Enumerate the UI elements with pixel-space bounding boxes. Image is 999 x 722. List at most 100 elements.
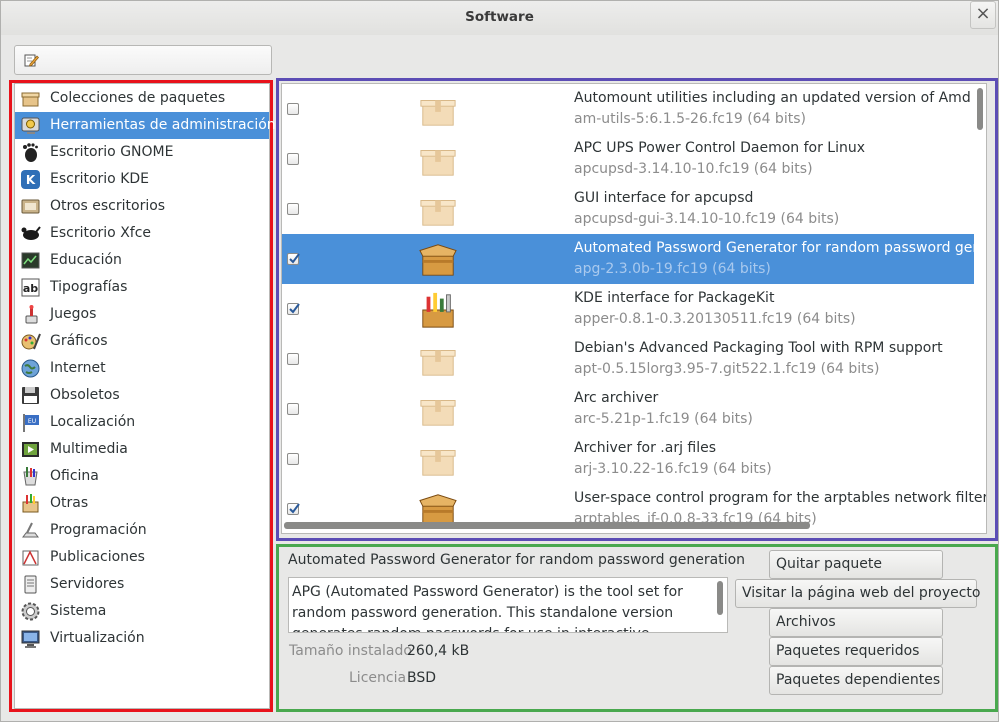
svg-text:EU: EU <box>28 418 36 425</box>
description-scrollbar[interactable] <box>717 581 723 615</box>
category-label: Obsoletos <box>50 387 120 403</box>
files-button[interactable]: Archivos <box>769 608 943 637</box>
office-icon <box>23 467 38 486</box>
category-label: Servidores <box>50 576 125 592</box>
category-label: Virtualización <box>50 630 145 646</box>
category-item[interactable]: Escritorio Xfce <box>15 220 269 247</box>
package-list-hscrollbar[interactable] <box>284 522 810 529</box>
category-label: Localización <box>50 414 136 430</box>
package-version: arj-3.10.22-16.fc19 (64 bits) <box>574 461 772 477</box>
search-input[interactable] <box>14 45 272 75</box>
close-button[interactable]: × <box>970 1 996 29</box>
fonts-icon: ab <box>21 278 40 297</box>
games-icon <box>25 305 38 324</box>
software-window: Software × Colecciones de paquetes Herram… <box>0 0 999 722</box>
package-icon <box>420 450 456 476</box>
package-title: Archiver for .arj files <box>574 440 717 456</box>
package-title: KDE interface for PackageKit <box>574 290 775 306</box>
category-item[interactable]: Publicaciones <box>15 544 269 571</box>
package-row[interactable]: APC UPS Power Control Daemon for Linux ap… <box>282 134 974 184</box>
category-item[interactable]: Otros escritorios <box>15 193 269 220</box>
package-row[interactable]: Debian's Advanced Packaging Tool with RP… <box>282 334 974 384</box>
package-checkbox[interactable] <box>287 503 300 515</box>
category-item[interactable]: Oficina <box>15 463 269 490</box>
other-icon <box>22 494 39 513</box>
size-value: 260,4 kB <box>407 643 470 659</box>
multimedia-icon <box>22 442 39 457</box>
category-label: Escritorio Xfce <box>50 225 152 241</box>
package-row[interactable]: Automount utilities including an updated… <box>282 84 974 134</box>
education-icon <box>21 252 40 269</box>
category-label: Colecciones de paquetes <box>50 90 226 106</box>
window-title: Software <box>465 9 534 25</box>
package-title: Automated Password Generator for random … <box>574 240 987 256</box>
category-item[interactable]: Multimedia <box>15 436 269 463</box>
category-item[interactable]: Obsoletos <box>15 382 269 409</box>
package-checkbox[interactable] <box>287 153 299 165</box>
description-text: APG (Automated Password Generator) is th… <box>292 584 683 632</box>
package-version: am-utils-5:6.1.5-26.fc19 (64 bits) <box>574 111 806 127</box>
category-label: Publicaciones <box>50 549 145 565</box>
category-item[interactable]: Colecciones de paquetes <box>15 85 269 112</box>
category-item[interactable]: Programación <box>15 517 269 544</box>
category-label: Sistema <box>50 603 107 619</box>
category-item[interactable]: Juegos <box>15 301 269 328</box>
category-item[interactable]: ab Tipografías <box>15 274 269 301</box>
package-row[interactable]: Arc archiver arc-5.21p-1.fc19 (64 bits) <box>282 384 974 434</box>
package-title: User-space control program for the arpta… <box>574 490 987 506</box>
category-item[interactable]: Herramientas de administración <box>15 112 276 139</box>
category-item[interactable]: Educación <box>15 247 269 274</box>
category-label: Multimedia <box>50 441 128 457</box>
package-row[interactable]: Automated Password Generator for random … <box>282 234 986 284</box>
package-checkbox[interactable] <box>287 203 299 215</box>
package-row[interactable]: GUI interface for apcupsd apcupsd-gui-3.1… <box>282 184 974 234</box>
category-item[interactable]: Escritorio GNOME <box>15 139 269 166</box>
package-checkbox[interactable] <box>287 353 299 365</box>
dependent-packages-button[interactable]: Paquetes dependientes <box>769 666 943 695</box>
category-item[interactable]: K Escritorio KDE <box>15 166 269 193</box>
package-checkbox[interactable] <box>287 303 300 315</box>
package-checkbox[interactable] <box>287 403 299 415</box>
package-row[interactable]: KDE interface for PackageKit apper-0.8.1-… <box>282 284 974 334</box>
category-label: Educación <box>50 252 122 268</box>
description-box[interactable]: APG (Automated Password Generator) is th… <box>288 577 728 633</box>
category-label: Herramientas de administración <box>50 117 276 133</box>
check-icon <box>289 503 300 514</box>
graphics-icon <box>21 333 41 350</box>
visit-website-button[interactable]: Visitar la página web del proyecto <box>735 579 980 608</box>
package-version: apg-2.3.0b-19.fc19 (64 bits) <box>574 261 771 277</box>
category-item[interactable]: Internet <box>15 355 269 382</box>
category-item[interactable]: Virtualización <box>15 625 269 652</box>
category-label: Programación <box>50 522 147 538</box>
package-version: apcupsd-gui-3.14.10-10.fc19 (64 bits) <box>574 211 840 227</box>
license-label: Licencia <box>349 670 407 686</box>
package-icon <box>420 350 456 376</box>
package-icon <box>420 100 456 126</box>
category-item[interactable]: Servidores <box>15 571 269 598</box>
package-icon <box>420 150 456 176</box>
package-checkbox[interactable] <box>287 103 299 115</box>
system-gear-icon <box>21 602 40 621</box>
required-packages-button[interactable]: Paquetes requeridos <box>769 637 943 666</box>
category-item[interactable]: Gráficos <box>15 328 269 355</box>
category-item[interactable]: Otras <box>15 490 269 517</box>
globe-icon <box>21 359 40 378</box>
package-list-vscrollbar[interactable] <box>977 88 983 130</box>
package-checkbox[interactable] <box>287 453 299 465</box>
programming-icon <box>22 522 39 538</box>
package-title: Arc archiver <box>574 390 659 406</box>
remove-package-button[interactable]: Quitar paquete <box>769 550 943 579</box>
package-tools-icon <box>422 292 454 328</box>
category-list: Colecciones de paquetes Herramientas de a… <box>14 83 276 709</box>
package-title: GUI interface for apcupsd <box>574 190 754 206</box>
category-item[interactable]: Sistema <box>15 598 269 625</box>
package-title: Automount utilities including an updated… <box>574 90 971 106</box>
details-title: Automated Password Generator for random … <box>288 552 746 568</box>
package-version: arc-5.21p-1.fc19 (64 bits) <box>574 411 753 427</box>
package-row[interactable]: Archiver for .arj files arj-3.10.22-16.fc… <box>282 434 974 484</box>
svg-text:ab: ab <box>23 282 38 295</box>
package-checkbox[interactable] <box>287 253 300 265</box>
category-item[interactable]: EU Localización <box>15 409 269 436</box>
license-value: BSD <box>407 670 437 686</box>
size-label: Tamaño instalado <box>289 643 412 659</box>
